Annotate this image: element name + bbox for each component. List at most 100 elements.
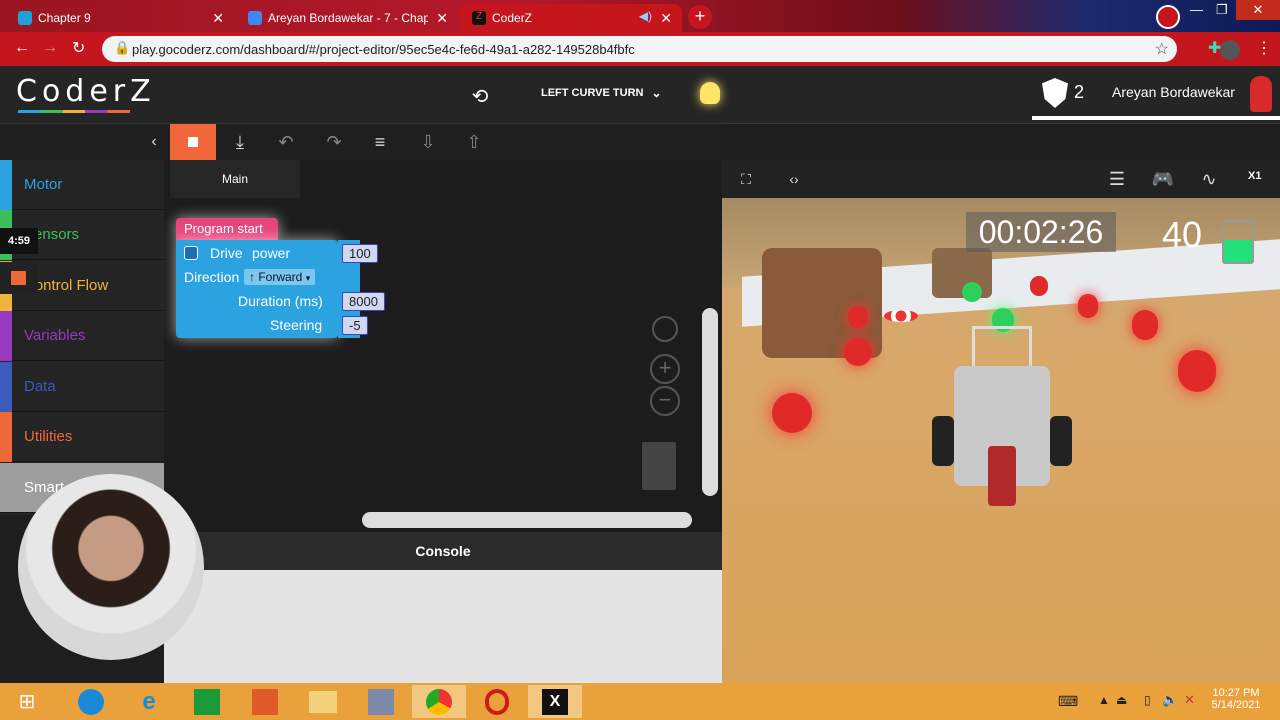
path-icon[interactable]: ∿ (1198, 169, 1220, 189)
taskbar-app-x[interactable]: X (528, 685, 582, 718)
taskbar-opera[interactable] (470, 685, 524, 718)
restore-icon[interactable]: ❐ (1216, 2, 1228, 18)
duration-value[interactable]: 8000 (342, 292, 385, 311)
simulation-view[interactable]: 00:02:26 40 (722, 198, 1280, 683)
code-view-icon[interactable]: ‹› (782, 169, 806, 189)
tab-main[interactable]: Main (170, 160, 300, 198)
profile-icon[interactable] (1156, 5, 1180, 29)
category-data[interactable]: Data (0, 362, 164, 412)
hint-lightbulb-icon[interactable] (700, 82, 720, 104)
taskbar-chrome[interactable] (412, 685, 466, 718)
battery-tray-icon[interactable]: ▯ (1144, 693, 1151, 707)
console-header[interactable]: Console (164, 532, 722, 570)
tab-chapter-9[interactable]: Chapter 9 ✕ (6, 4, 234, 32)
power-value[interactable]: 100 (342, 244, 378, 263)
add-list-icon[interactable]: ≡ (368, 130, 392, 154)
taskbar-explorer[interactable] (296, 685, 350, 718)
network-icon[interactable]: ✕ (1184, 692, 1195, 708)
close-tab-icon[interactable]: ✕ (212, 10, 224, 27)
steering-value[interactable]: -5 (342, 316, 368, 335)
stop-button[interactable] (170, 124, 216, 160)
taskbar-ie[interactable]: e (122, 685, 176, 718)
energy-count: 40 (1162, 214, 1203, 255)
menu-icon[interactable]: ⋮ (1256, 38, 1272, 58)
collapse-chevron-icon[interactable]: ‹ (146, 132, 162, 152)
forward-icon[interactable]: → (42, 39, 58, 57)
windows-taskbar: ⊞ e X ⌨ ▲ ⏏ ▯ 🔈 ✕ 10:27 PM 5/14/2021 (0, 683, 1280, 720)
green-crystal (962, 282, 982, 302)
clock-date: 5/14/2021 (1211, 699, 1261, 711)
zoom-out-icon[interactable]: − (650, 386, 680, 416)
zoom-in-icon[interactable]: + (650, 354, 680, 384)
back-icon[interactable]: ← (14, 39, 30, 57)
reset-icon[interactable]: ⟲ (468, 84, 492, 108)
blocks-workspace[interactable]: Main Program start Drive power 100 Direc… (164, 160, 722, 532)
category-motor[interactable]: Motor (0, 160, 164, 210)
shield-icon (1042, 78, 1068, 108)
horizontal-scrollbar[interactable] (362, 512, 692, 528)
taskbar-store[interactable] (180, 685, 234, 718)
duration-label: Duration (ms) (238, 293, 323, 309)
red-crystal (772, 393, 812, 433)
import-icon[interactable]: ⇧ (462, 130, 486, 154)
browser-tab-bar: Chapter 9 ✕ Areyan Bordawekar - 7 - Chap… (0, 0, 1280, 32)
vertical-scrollbar[interactable] (702, 308, 718, 496)
recording-stop-control[interactable] (0, 262, 38, 294)
direction-value: ↑ Forward (249, 270, 303, 284)
keyboard-icon[interactable]: ⌨ (1058, 693, 1078, 710)
stop-icon (188, 137, 198, 147)
volume-icon[interactable]: 🔈 (1162, 692, 1178, 708)
usb-icon[interactable]: ⏏ (1116, 693, 1127, 707)
download-icon[interactable]: ⤓ (228, 130, 252, 154)
minimize-icon[interactable]: — (1190, 2, 1203, 17)
clock[interactable]: 10:27 PM 5/14/2021 (1206, 687, 1266, 711)
tab-docs[interactable]: Areyan Bordawekar - 7 - Chapte ✕ (236, 4, 458, 32)
robot-wheel (1050, 416, 1072, 466)
close-tab-icon[interactable]: ✕ (436, 10, 448, 27)
export-icon[interactable]: ⇩ (416, 130, 440, 154)
direction-dropdown[interactable]: ↑ Forward ▾ (244, 269, 316, 285)
program-start-block[interactable]: Program start (176, 218, 278, 240)
tab-coderz[interactable]: Z CoderZ ◀) ✕ (460, 4, 682, 32)
taskbar-edge[interactable] (64, 685, 118, 718)
account-avatar[interactable] (1220, 40, 1240, 60)
logo-underline (18, 110, 130, 113)
url-field[interactable]: 🔒 play.gocoderz.com/dashboard/#/project-… (102, 36, 1177, 62)
trash-icon[interactable] (642, 442, 676, 490)
coderz-logo[interactable]: CoderZ (16, 74, 156, 109)
mission-selector[interactable]: LEFT CURVE TURN ⌄ (541, 86, 662, 100)
editor-toolbar: ‹ ⤓ ↶ ↷ ≡ ⇩ ⇧ (0, 124, 722, 160)
reload-icon[interactable]: ↻ (72, 38, 85, 58)
gamepad-icon[interactable]: 🎮 (1150, 169, 1176, 189)
user-underline (1032, 116, 1280, 120)
recording-timer-badge: 4:59 (0, 228, 38, 254)
docs-icon (248, 11, 262, 25)
avatar[interactable] (1250, 76, 1272, 112)
settings-sliders-icon[interactable]: ☰ (1106, 169, 1128, 189)
undo-icon[interactable]: ↶ (274, 130, 298, 154)
chrome-icon (426, 688, 452, 715)
fullscreen-icon[interactable]: ⛶ (736, 170, 756, 188)
bookmark-star-icon[interactable]: ☆ (1155, 39, 1169, 59)
category-variables[interactable]: Variables (0, 311, 164, 361)
new-tab-button[interactable]: + (688, 5, 712, 29)
audio-icon[interactable]: ◀) (639, 9, 652, 23)
speed-multiplier-button[interactable]: X1 (1248, 170, 1261, 182)
close-window-icon[interactable]: ✕ (1236, 0, 1280, 20)
console-label: Console (415, 543, 471, 559)
clock-time: 10:27 PM (1212, 687, 1260, 699)
center-target-icon[interactable] (652, 316, 678, 342)
webcam-overlay (18, 474, 204, 660)
tab-title: CoderZ (492, 11, 533, 25)
program-start-label: Program start (184, 221, 263, 236)
close-tab-icon[interactable]: ✕ (660, 10, 672, 27)
taskbar-app[interactable] (238, 685, 292, 718)
taskbar-tools[interactable] (354, 685, 408, 718)
red-crystal (1132, 310, 1158, 340)
tray-chevron-icon[interactable]: ▲ (1098, 693, 1110, 707)
user-name[interactable]: Areyan Bordawekar (1112, 84, 1235, 100)
category-utilities[interactable]: Utilities (0, 412, 164, 462)
start-button[interactable]: ⊞ (0, 685, 54, 718)
redo-icon[interactable]: ↷ (322, 130, 346, 154)
chevron-down-icon: ⌄ (651, 86, 662, 100)
